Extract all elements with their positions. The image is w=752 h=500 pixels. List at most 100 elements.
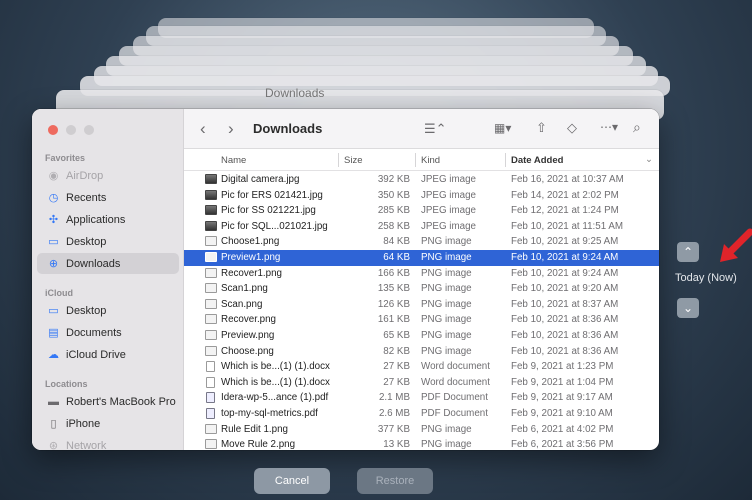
sidebar-item-iphone[interactable]: ▯ iPhone — [37, 413, 179, 434]
file-list: Digital camera.jpg 392 KB JPEG image Feb 16… — [184, 172, 659, 450]
sort-chevron-icon[interactable]: ⌄ — [645, 154, 653, 165]
file-date-added: Feb 12, 2021 at 1:24 PM — [511, 205, 619, 217]
restore-button[interactable]: Restore — [357, 468, 433, 494]
file-row[interactable]: Digital camera.jpg 392 KB JPEG image Feb 16… — [184, 172, 659, 188]
sidebar-item-label: iPhone — [66, 417, 101, 430]
file-icon — [205, 220, 217, 231]
file-size: 2.1 MB — [378, 392, 410, 404]
sidebar-item-macbook[interactable]: ▬ Robert's MacBook Pro — [37, 391, 179, 412]
timeline-current-label: Today (Now) — [675, 272, 737, 284]
sidebar-item-desktop[interactable]: ▭ Desktop — [37, 231, 179, 252]
file-size: 13 KB — [383, 439, 410, 450]
sidebar-item-icloud-desktop[interactable]: ▭ Desktop — [37, 300, 179, 321]
file-row[interactable]: Pic for SQL...021021.jpg 258 KB JPEG image… — [184, 219, 659, 235]
file-row[interactable]: Recover1.png 166 KB PNG image Feb 10, 2021 … — [184, 266, 659, 282]
window-controls — [48, 125, 94, 135]
file-kind: PNG image — [421, 251, 472, 263]
airdrop-icon: ◉ — [48, 170, 59, 182]
file-row[interactable]: Move Rule 2.png 13 KB PNG image Feb 6, 2021… — [184, 437, 659, 450]
file-row[interactable]: Recover.png 161 KB PNG image Feb 10, 2021 a… — [184, 312, 659, 328]
column-date-added[interactable]: Date Added — [511, 155, 563, 166]
file-date-added: Feb 6, 2021 at 3:56 PM — [511, 439, 614, 450]
file-size: 2.6 MB — [378, 407, 410, 419]
search-icon[interactable]: ⌕ — [633, 119, 641, 136]
file-kind: JPEG image — [421, 205, 476, 217]
finder-window: Favorites ◉ AirDrop ◷ Recents ✣ Applicat… — [32, 109, 659, 450]
file-name: Move Rule 2.png — [221, 439, 296, 450]
chevron-up-icon: ⌃ — [682, 245, 694, 259]
file-row[interactable]: Idera-wp-5...ance (1).pdf 2.1 MB PDF Docum… — [184, 390, 659, 406]
file-name: Preview1.png — [221, 251, 281, 263]
file-row[interactable]: Rule Edit 1.png 377 KB PNG image Feb 6, 202… — [184, 422, 659, 438]
sidebar-item-label: Recents — [66, 191, 107, 204]
sidebar-item-airdrop[interactable]: ◉ AirDrop — [37, 165, 179, 186]
file-row[interactable]: Preview.png 65 KB PNG image Feb 10, 2021 at… — [184, 328, 659, 344]
column-name[interactable]: Name — [221, 155, 246, 166]
file-icon — [205, 251, 217, 262]
sidebar-item-label: Desktop — [66, 304, 107, 317]
timeline-up-button[interactable]: ⌃ — [677, 242, 699, 262]
group-button[interactable]: ▦▾ — [494, 121, 511, 135]
share-icon[interactable]: ⇧ — [536, 120, 547, 136]
file-icon — [206, 376, 215, 388]
file-name: Idera-wp-5...ance (1).pdf — [221, 392, 329, 404]
file-size: 64 KB — [383, 251, 410, 263]
red-arrow-annotation — [720, 228, 752, 262]
timeline-down-button[interactable]: ⌄ — [677, 298, 699, 318]
file-row[interactable]: Scan1.png 135 KB PNG image Feb 10, 2021 at … — [184, 281, 659, 297]
tag-icon[interactable]: ◇ — [567, 120, 577, 136]
file-row[interactable]: Which is be...(1) (1).docx 27 KB Word docu… — [184, 375, 659, 391]
sidebar-item-applications[interactable]: ✣ Applications — [37, 209, 179, 230]
file-size: 84 KB — [383, 236, 410, 248]
file-row[interactable]: Pic for SS 021221.jpg 285 KB JPEG image Feb… — [184, 203, 659, 219]
file-icon — [205, 314, 217, 325]
sidebar-item-label: Downloads — [66, 257, 121, 270]
list-view-button[interactable]: ☰⌃ — [424, 121, 447, 137]
file-kind: PNG image — [421, 423, 472, 435]
file-icon — [205, 174, 217, 184]
sidebar-item-network[interactable]: ⊛ Network — [37, 435, 179, 451]
zoom-button[interactable] — [84, 125, 94, 135]
column-kind[interactable]: Kind — [421, 155, 440, 166]
sidebar-item-downloads[interactable]: ⊕ Downloads — [37, 253, 179, 274]
forward-button[interactable]: › — [228, 119, 234, 139]
sidebar-item-recents[interactable]: ◷ Recents — [37, 187, 179, 208]
file-size: 161 KB — [377, 314, 410, 326]
sidebar-item-label: Documents — [66, 326, 122, 339]
sidebar-item-label: Desktop — [66, 235, 107, 248]
file-icon — [205, 205, 217, 216]
file-name: Which is be...(1) (1).docx — [221, 361, 330, 373]
file-icon — [206, 361, 215, 373]
cancel-button[interactable]: Cancel — [254, 468, 330, 494]
file-row[interactable]: Scan.png 126 KB PNG image Feb 10, 2021 at 8… — [184, 297, 659, 313]
file-icon — [205, 283, 217, 294]
laptop-icon: ▬ — [48, 395, 59, 408]
file-kind: PNG image — [421, 283, 472, 295]
file-row[interactable]: Pic for ERS 021421.jpg 350 KB JPEG image Fe… — [184, 188, 659, 204]
sidebar-item-documents[interactable]: ▤ Documents — [37, 322, 179, 343]
back-button[interactable]: ‹ — [200, 119, 206, 139]
file-row[interactable]: Choose1.png 84 KB PNG image Feb 10, 2021 at… — [184, 234, 659, 250]
minimize-button[interactable] — [66, 125, 76, 135]
file-date-added: Feb 10, 2021 at 9:20 AM — [511, 283, 619, 295]
file-row[interactable]: Choose.png 82 KB PNG image Feb 10, 2021 at … — [184, 344, 659, 360]
file-size: 126 KB — [377, 298, 410, 310]
file-row[interactable]: Which is be...(1) (1).docx 27 KB Word docu… — [184, 359, 659, 375]
sidebar-item-icloud-drive[interactable]: ☁ iCloud Drive — [37, 344, 179, 365]
file-date-added: Feb 10, 2021 at 8:37 AM — [511, 298, 619, 310]
file-row[interactable]: top-my-sql-metrics.pdf 2.6 MB PDF Document… — [184, 406, 659, 422]
file-kind: PNG image — [421, 439, 472, 450]
sidebar-item-label: iCloud Drive — [66, 348, 126, 361]
desktop-icon: ▭ — [48, 305, 59, 317]
file-date-added: Feb 6, 2021 at 4:02 PM — [511, 423, 614, 435]
file-name: Recover1.png — [221, 267, 282, 279]
more-actions-button[interactable]: ⋯▾ — [600, 120, 618, 134]
column-separator — [338, 153, 339, 167]
file-size: 166 KB — [377, 267, 410, 279]
file-date-added: Feb 9, 2021 at 1:04 PM — [511, 376, 614, 388]
column-size[interactable]: Size — [344, 155, 362, 166]
file-kind: JPEG image — [421, 189, 476, 201]
file-size: 27 KB — [383, 361, 410, 373]
file-row[interactable]: Preview1.png 64 KB PNG image Feb 10, 2021 a… — [184, 249, 659, 266]
close-button[interactable] — [48, 125, 58, 135]
